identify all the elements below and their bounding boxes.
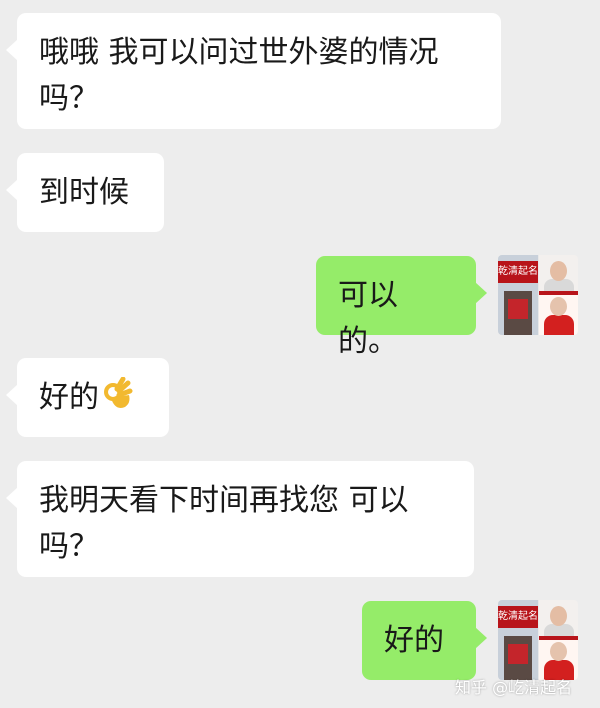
message-bubble-outgoing[interactable]: 好的 (362, 601, 487, 680)
avatar-sign: 乾清起名 (498, 606, 538, 628)
message-bubble-incoming[interactable]: 到时候 (6, 153, 164, 232)
watermark: 知乎 @屹清起名 (455, 678, 573, 697)
message-text: 到时候 (39, 175, 129, 210)
message-bubble-incoming[interactable]: 好的 (6, 358, 169, 437)
message-text: 好的 (39, 380, 99, 415)
avatar-sign: 乾清起名 (498, 261, 538, 283)
message-text: 好的 (384, 623, 444, 658)
message-bubble-incoming[interactable]: 哦哦 我可以问过世外婆的情况吗？ (6, 13, 501, 129)
message-text: 哦哦 我可以问过世外婆的情况吗？ (39, 35, 439, 116)
chat-window: 哦哦 我可以问过世外婆的情况吗？ 到时候 可以的。 乾清起名 好的 我明天看下时… (0, 0, 600, 708)
message-bubble-outgoing[interactable]: 可以的。 (316, 256, 487, 359)
ok-hand-icon (101, 376, 133, 427)
message-text: 我明天看下时间再找您 可以吗？ (39, 483, 409, 564)
message-text: 可以的。 (338, 278, 398, 359)
message-bubble-incoming[interactable]: 我明天看下时间再找您 可以吗？ (6, 461, 474, 577)
avatar[interactable]: 乾清起名 (498, 255, 578, 335)
avatar[interactable]: 乾清起名 (498, 600, 578, 680)
